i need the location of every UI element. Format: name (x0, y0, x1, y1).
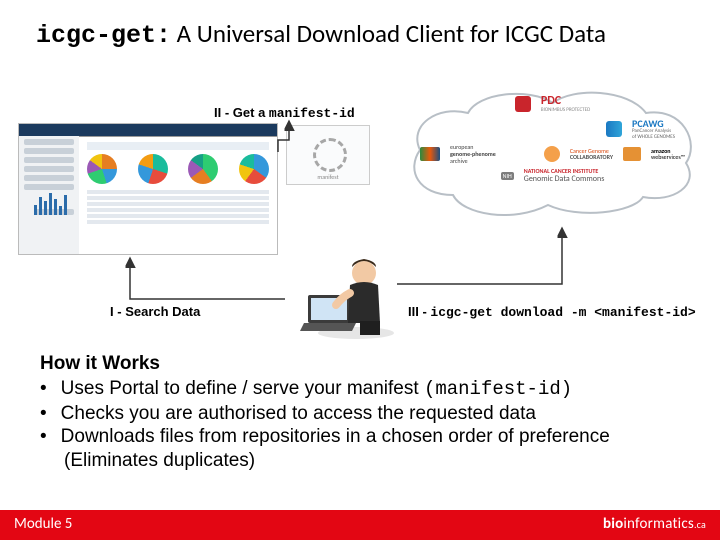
user-at-computer-icon (286, 233, 396, 343)
how-it-works: How it Works Uses Portal to define / ser… (40, 352, 680, 473)
nih-icon: NIH (501, 172, 514, 181)
how-item: Downloads files from repositories in a c… (40, 425, 680, 473)
title-mono: icgc-get: (36, 21, 171, 50)
aws-icon (623, 147, 641, 161)
cgc-icon (544, 146, 560, 162)
ega-icon (420, 147, 440, 161)
step-3-label: III - icgc-get download -m <manifest-id> (408, 304, 696, 320)
slide: icgc-get: A Universal Download Client fo… (0, 0, 720, 540)
manifest-dialog: manifest (286, 125, 370, 185)
arrow-download (392, 224, 572, 300)
how-item: Checks you are authorised to access the … (40, 402, 680, 426)
how-header: How it Works (40, 352, 680, 376)
how-item: Uses Portal to define / serve your manif… (40, 377, 680, 402)
module-label: Module 5 (14, 515, 72, 533)
repositories-cloud: PDCBIONIMBUS PROTECTED PCAWGPanCancer An… (398, 85, 703, 225)
title-rest: A Universal Download Client for ICGC Dat… (171, 18, 606, 49)
pdc-icon (515, 96, 531, 112)
step-1-label: I - Search Data (110, 304, 200, 319)
portal-screenshot (18, 123, 278, 255)
spinner-icon (313, 138, 347, 172)
pcawg-icon (606, 121, 622, 137)
page-title: icgc-get: A Universal Download Client fo… (36, 18, 690, 50)
brand-label: bioinformatics.ca (603, 515, 706, 533)
arrow-manifest (275, 116, 295, 156)
footer-bar: Module 5 bioinformatics.ca (0, 510, 720, 540)
